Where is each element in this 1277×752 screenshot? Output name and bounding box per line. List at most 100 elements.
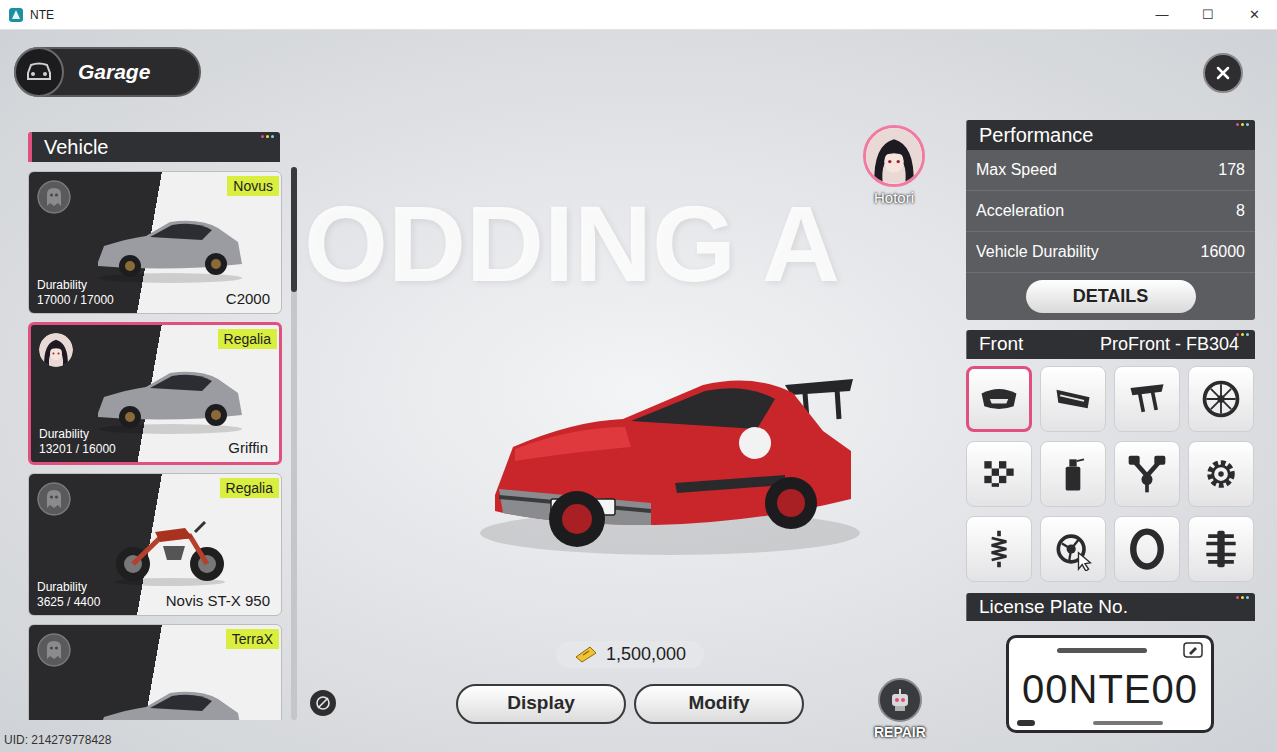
currency-amount: 1,500,000 (606, 641, 686, 668)
stat-row: Max Speed 178 (966, 150, 1255, 191)
garage-badge (14, 47, 64, 97)
license-header: License Plate No. (966, 593, 1255, 622)
scrollbar-thumb[interactable] (291, 167, 297, 292)
garage-title-text: Garage (78, 56, 150, 88)
vehicle-card[interactable]: NovusDurability17000 / 17000C2000 (28, 171, 282, 314)
details-button[interactable]: DETAILS (1026, 280, 1196, 313)
plate-bottom-row (1017, 720, 1203, 726)
front-bumper-icon (977, 377, 1021, 421)
part-slot[interactable] (1114, 441, 1180, 507)
portrait-icon (866, 128, 922, 184)
car-front-icon (25, 61, 53, 83)
driver-avatar[interactable] (863, 125, 925, 187)
engine-icon (1125, 452, 1169, 496)
vehicle-card[interactable]: Regalia Durability13201 / 16000 Griffin (28, 322, 282, 465)
driver-avatar (37, 633, 71, 667)
header-dots (261, 135, 274, 138)
repair-badge (878, 678, 922, 722)
part-slot[interactable] (1040, 441, 1106, 507)
durability-label: Durability (37, 580, 100, 595)
action-buttons: DisplayModifyREPAIR (456, 684, 804, 724)
close-row (966, 53, 1255, 93)
car-image (90, 357, 250, 437)
durability: Durability3625 / 4400 (37, 580, 100, 610)
paint-icon (1051, 452, 1095, 496)
durability: Durability17000 / 17000 (37, 278, 114, 308)
right-column: PerformanceMax Speed178Acceleration8Vehi… (960, 30, 1277, 752)
part-slot[interactable] (1114, 366, 1180, 432)
part-slot[interactable] (966, 366, 1032, 432)
card-top-row: TerraX (29, 625, 281, 667)
rear-bumper-icon (1051, 377, 1095, 421)
window-control-button[interactable]: ✕ (1231, 0, 1277, 29)
stat-value: 178 (1218, 158, 1245, 182)
driver[interactable]: Hotori (863, 125, 925, 210)
action-button[interactable]: Modify (634, 684, 804, 724)
part-slot[interactable] (1188, 516, 1254, 582)
part-slot[interactable] (1040, 516, 1106, 582)
stat-label: Max Speed (976, 158, 1057, 182)
hide-ui-button[interactable] (310, 690, 336, 716)
part-name: ProFront - FB304 (1100, 331, 1239, 358)
suspension-icon (977, 527, 1021, 571)
action-button[interactable]: Display (456, 684, 626, 724)
performance-title: Performance (979, 120, 1094, 150)
vehicle-card[interactable]: TerraX (28, 624, 282, 720)
vehicle-header-title: Vehicle (44, 132, 109, 162)
parts-grid (966, 366, 1255, 582)
window-controls: —☐✕ (1139, 0, 1277, 29)
vehicle-list-area: NovusDurability17000 / 17000C2000Regalia… (28, 171, 300, 720)
durability-label: Durability (39, 427, 116, 442)
ghost-icon (37, 180, 71, 214)
license-section: License Plate No. 00NTE00 (966, 593, 1255, 734)
window-control-button[interactable]: ☐ (1185, 0, 1231, 29)
header-dots (1236, 123, 1249, 126)
stat-label: Vehicle Durability (976, 240, 1099, 264)
plate-tag (1017, 720, 1035, 726)
card-bottom-row: Durability17000 / 17000 C2000 (29, 278, 281, 313)
stat-row: Vehicle Durability16000 (966, 232, 1255, 273)
card-top-row: Regalia (29, 474, 281, 516)
part-slot[interactable] (966, 441, 1032, 507)
portrait-icon (39, 333, 73, 367)
part-slot[interactable] (1188, 366, 1254, 432)
driver-avatar (39, 333, 73, 367)
vehicle-name: Griffin (225, 438, 271, 457)
license-plate[interactable]: 00NTE00 (1006, 635, 1214, 733)
vehicle-card[interactable]: Regalia Durability3625 / 4400 Novis ST-X 9… (28, 473, 282, 616)
edit-icon[interactable] (1183, 642, 1203, 658)
part-slot[interactable] (966, 516, 1032, 582)
brand-tag: TerraX (226, 629, 279, 649)
vehicle-name: C2000 (223, 289, 273, 308)
driver-avatar (37, 482, 71, 516)
vehicle-image (29, 214, 281, 278)
vehicle-name: Novis ST-X 950 (163, 591, 273, 610)
currency-ticket-icon (574, 645, 598, 663)
durability-value: 13201 / 16000 (39, 442, 116, 457)
close-button[interactable] (1203, 53, 1243, 93)
car-image (90, 206, 250, 286)
repair-label: REPAIR (874, 722, 926, 743)
durability-value: 17000 / 17000 (37, 293, 114, 308)
plate-number: 00NTE00 (1017, 658, 1203, 720)
stat-row: Acceleration8 (966, 191, 1255, 232)
driver-row: Hotori (300, 30, 960, 210)
vehicle-image (29, 516, 281, 580)
repair-button[interactable]: REPAIR (874, 678, 926, 743)
plate-top-row (1017, 642, 1203, 658)
part-slot[interactable] (1188, 441, 1254, 507)
part-slot[interactable] (1114, 516, 1180, 582)
close-x-icon (1215, 65, 1231, 81)
brand-tag: Regalia (218, 329, 277, 349)
part-slot[interactable] (1040, 366, 1106, 432)
brand-tag: Regalia (220, 478, 279, 498)
window-control-button[interactable]: — (1139, 0, 1185, 29)
scrollbar[interactable] (291, 167, 297, 720)
uid-label: UID: 214279778428 (4, 731, 111, 749)
parts-section: FrontProFront - FB304 (966, 330, 1255, 582)
left-column: GarageVehicleNovusDurability17000 / 1700… (0, 30, 300, 752)
drivetrain-icon (1199, 527, 1243, 571)
garage-title: Garage (14, 47, 201, 97)
parts-header: FrontProFront - FB304 (966, 330, 1255, 359)
durability-label: Durability (37, 278, 114, 293)
